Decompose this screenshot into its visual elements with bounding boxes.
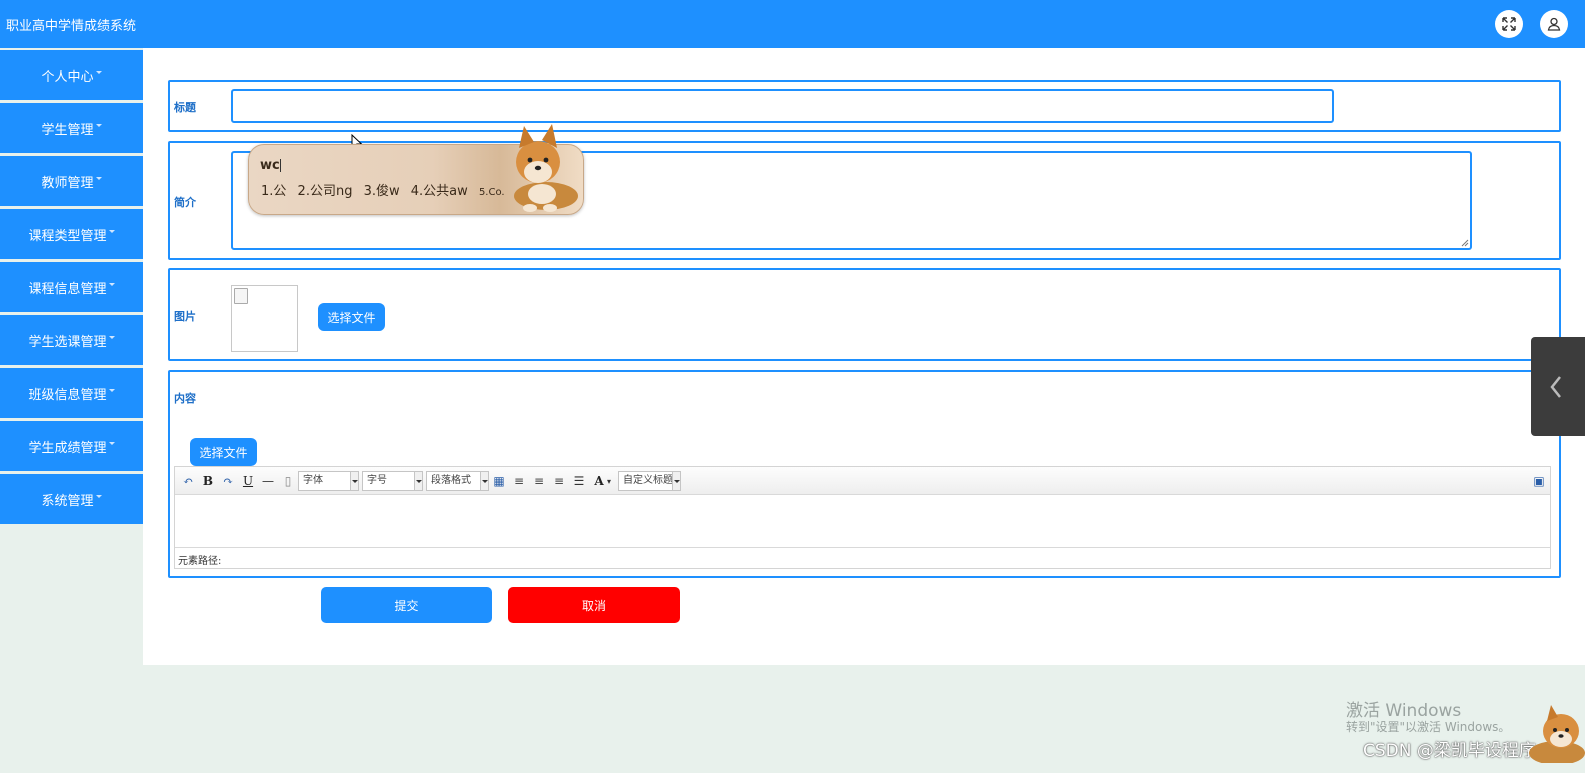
align-right-icon[interactable]: ≡ [531, 473, 547, 489]
caret-down-icon [95, 176, 102, 180]
caret-down-icon [108, 282, 115, 286]
user-icon [1547, 17, 1561, 31]
sidebar-menu: 个人中心 学生管理 教师管理 课程类型管理 课程信息管理 学生选课管理 班级信息… [0, 50, 143, 527]
font-family-select[interactable]: 字体 [298, 471, 359, 491]
ime-candidate-list: 1.公 2.公司ng 3.俊w 4.公共aw 5.Co. [261, 180, 512, 199]
shiba-dog-corner-icon [1529, 705, 1585, 763]
sidebar-item-students[interactable]: 学生管理 [0, 103, 143, 153]
custom-title-select-value: 自定义标题 [623, 475, 673, 486]
submit-button[interactable]: 提交 [321, 587, 492, 623]
font-size-select[interactable]: 字号 [362, 471, 423, 491]
caret-down-icon [108, 229, 115, 233]
cancel-button[interactable]: 取消 [508, 587, 680, 623]
align-left-icon[interactable]: ≡ [511, 473, 527, 489]
ime-candidate[interactable]: 2.公司ng [298, 184, 353, 199]
chevron-left-icon [1550, 376, 1561, 398]
shiba-dog-skin-icon [514, 124, 578, 212]
sidebar-item-label: 班级信息管理 [28, 387, 107, 403]
rich-text-editor: ↶ B ↷ U — ▯ 字体 字号 段落格式 ▦ ≡ ≡ ≡ ☰ A ▾ 自定义… [174, 466, 1551, 569]
paste-plain-icon[interactable]: ▯ [280, 473, 296, 489]
intro-label: 简介 [174, 196, 196, 209]
sidebar-item-label: 课程类型管理 [28, 228, 107, 244]
sidebar-item-system[interactable]: 系统管理 [0, 474, 143, 524]
ime-code-text: wc [260, 158, 280, 173]
side-panel-toggle[interactable] [1531, 337, 1585, 436]
content-label: 内容 [174, 392, 196, 405]
image-preview [231, 285, 298, 352]
bold-icon[interactable]: B [200, 473, 216, 489]
top-header: 职业高中学情成绩系统 [0, 0, 1585, 48]
csdn-watermark: CSDN @梁凯毕设程序 [1363, 741, 1536, 761]
ime-candidate[interactable]: 5.Co. [479, 187, 505, 198]
sidebar-item-label: 学生选课管理 [28, 334, 107, 350]
align-justify-icon[interactable]: ☰ [571, 473, 587, 489]
broken-image-icon [234, 288, 248, 304]
editor-element-path: 元素路径: [175, 547, 1550, 568]
windows-activation-subtitle: 转到"设置"以激活 Windows。 [1346, 720, 1511, 734]
resize-handle-icon[interactable] [1461, 239, 1469, 247]
sidebar-item-teachers[interactable]: 教师管理 [0, 156, 143, 206]
undo-icon[interactable]: ↶ [180, 473, 196, 489]
horizontal-rule-icon[interactable]: — [260, 473, 276, 489]
ime-candidate[interactable]: 4.公共aw [411, 184, 468, 199]
caret-down-icon [108, 441, 115, 445]
sidebar-item-label: 系统管理 [41, 493, 94, 509]
redo-icon[interactable]: ↷ [220, 473, 236, 489]
sidebar-item-label: 个人中心 [41, 69, 94, 85]
image-choose-file-button[interactable]: 选择文件 [318, 303, 385, 331]
paragraph-format-select[interactable]: 段落格式 [426, 471, 489, 491]
caret-down-icon [108, 335, 115, 339]
caret-down-icon [95, 494, 102, 498]
user-button[interactable] [1540, 10, 1568, 38]
fullscreen-editor-icon[interactable]: ▣ [1531, 473, 1547, 489]
sidebar-item-grades[interactable]: 学生成绩管理 [0, 421, 143, 471]
ime-input-code: wc [260, 158, 281, 173]
ime-candidate[interactable]: 1.公 [261, 184, 286, 199]
sidebar-item-label: 学生管理 [41, 122, 94, 138]
title-input[interactable] [231, 89, 1334, 123]
app-title: 职业高中学情成绩系统 [6, 19, 137, 34]
caret-down-icon [95, 123, 102, 127]
custom-title-select[interactable]: 自定义标题 [618, 471, 681, 491]
sidebar-item-class-info[interactable]: 班级信息管理 [0, 368, 143, 418]
caret-down-icon [108, 388, 115, 392]
align-center-icon[interactable]: ≡ [551, 473, 567, 489]
sidebar-item-label: 课程信息管理 [28, 281, 107, 297]
font-size-select-value: 字号 [367, 475, 387, 486]
caret-down-icon [95, 70, 102, 74]
title-label: 标题 [174, 101, 196, 114]
image-label: 图片 [174, 310, 196, 323]
sidebar-item-course-types[interactable]: 课程类型管理 [0, 209, 143, 259]
sidebar-item-label: 学生成绩管理 [28, 440, 107, 456]
sidebar-item-course-info[interactable]: 课程信息管理 [0, 262, 143, 312]
sidebar-item-profile[interactable]: 个人中心 [0, 50, 143, 100]
font-family-select-value: 字体 [303, 475, 323, 486]
content-choose-file-button[interactable]: 选择文件 [190, 438, 257, 466]
sidebar-item-course-selection[interactable]: 学生选课管理 [0, 315, 143, 365]
underline-icon[interactable]: U [240, 473, 256, 489]
ime-candidate[interactable]: 3.俊w [364, 184, 400, 199]
table-icon[interactable]: ▦ [491, 473, 507, 489]
editor-toolbar: ↶ B ↷ U — ▯ 字体 字号 段落格式 ▦ ≡ ≡ ≡ ☰ A ▾ 自定义… [175, 467, 1550, 495]
sidebar-item-label: 教师管理 [41, 175, 94, 191]
paragraph-format-select-value: 段落格式 [431, 475, 471, 486]
font-color-dropdown-icon[interactable]: ▾ [605, 473, 613, 489]
fullscreen-button[interactable] [1495, 10, 1523, 38]
fullscreen-icon [1502, 17, 1516, 31]
